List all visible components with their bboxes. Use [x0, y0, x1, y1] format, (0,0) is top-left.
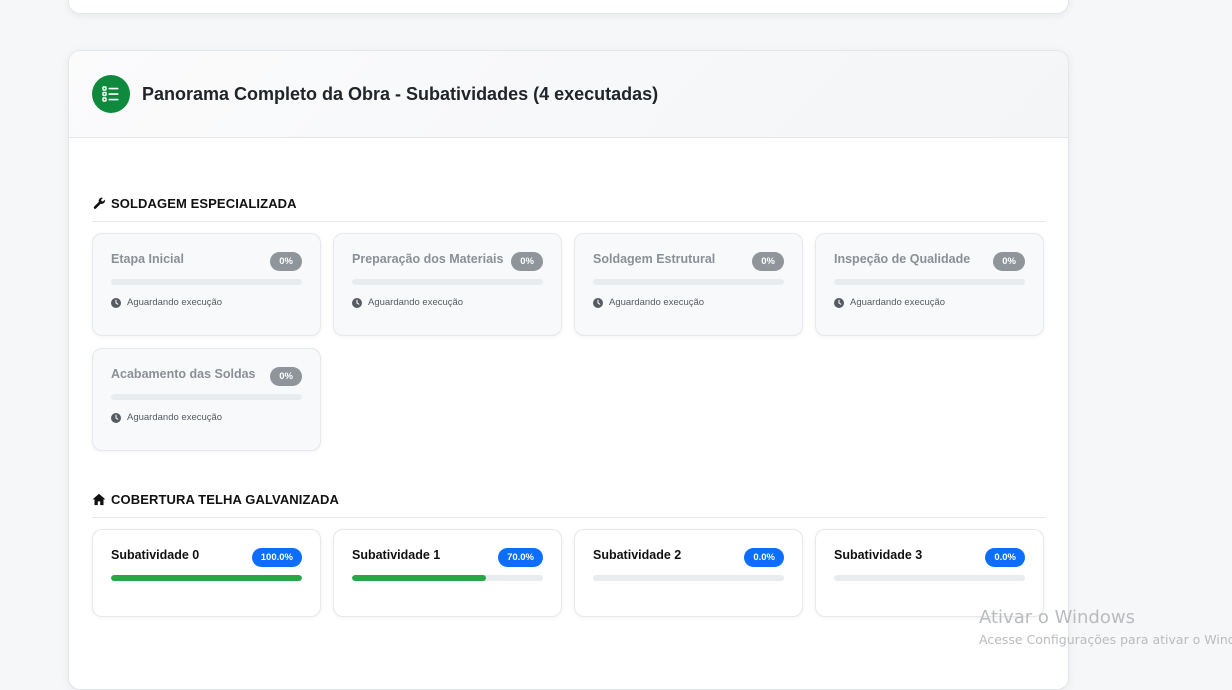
task-list-icon [92, 75, 130, 113]
status-line: Aguardando execução [834, 297, 1025, 308]
progress-badge: 0% [511, 252, 543, 271]
clock-icon [593, 297, 603, 308]
subactivity-card[interactable]: Inspeção de Qualidade 0% Aguardando exec… [815, 233, 1044, 336]
progress-badge: 0% [270, 252, 302, 271]
wrench-icon [92, 196, 106, 210]
subactivity-card[interactable]: Subatividade 3 0.0% [815, 529, 1044, 617]
subactivity-name: Subatividade 0 [111, 548, 200, 562]
subactivity-card[interactable]: Subatividade 2 0.0% [574, 529, 803, 617]
progress-track [352, 575, 543, 581]
subactivity-name: Etapa Inicial [111, 252, 184, 266]
subactivity-name: Subatividade 1 [352, 548, 441, 562]
subactivity-name: Inspeção de Qualidade [834, 252, 971, 266]
clock-icon [111, 412, 121, 423]
progress-track [593, 575, 784, 581]
panel-title: Panorama Completo da Obra - Subatividade… [142, 83, 659, 104]
section-heading-soldagem: SOLDAGEM ESPECIALIZADA [92, 196, 1045, 222]
subactivity-card[interactable]: Subatividade 1 70.0% [333, 529, 562, 617]
subactivity-name: Soldagem Estrutural [593, 252, 716, 266]
subactivity-name: Preparação dos Materiais [352, 252, 504, 266]
status-line: Aguardando execução [111, 412, 302, 423]
home-icon [92, 492, 106, 506]
status-line: Aguardando execução [593, 297, 784, 308]
progress-badge: 0.0% [744, 548, 784, 567]
progress-track [111, 394, 302, 400]
status-text: Aguardando execução [127, 297, 223, 308]
progress-badge: 0.0% [985, 548, 1025, 567]
subactivity-card[interactable]: Etapa Inicial 0% Aguardando execução [92, 233, 321, 336]
progress-fill [111, 575, 302, 581]
clock-icon [352, 297, 362, 308]
subactivity-card[interactable]: Preparação dos Materiais 0% Aguardando e… [333, 233, 562, 336]
progress-badge: 100.0% [251, 548, 302, 567]
status-text: Aguardando execução [127, 412, 223, 423]
clock-icon [834, 297, 844, 308]
progress-track [834, 279, 1025, 285]
progress-track [352, 279, 543, 285]
section-heading-cobertura: COBERTURA TELHA GALVANIZADA [92, 492, 1045, 518]
progress-badge: 0% [752, 252, 784, 271]
windows-activation-watermark: Ativar o Windows Acesse Configurações pa… [979, 607, 1232, 647]
progress-track [593, 279, 784, 285]
progress-fill [352, 575, 486, 581]
status-text: Aguardando execução [609, 297, 705, 308]
subactivity-name: Subatividade 3 [834, 548, 923, 562]
progress-badge: 0% [993, 252, 1025, 271]
subactivity-card[interactable]: Subatividade 0 100.0% [92, 529, 321, 617]
clock-icon [111, 297, 121, 308]
watermark-title: Ativar o Windows [979, 607, 1135, 628]
subactivity-card[interactable]: Acabamento das Soldas 0% Aguardando exec… [92, 348, 321, 451]
watermark-subtitle: Acesse Configurações para ativar o Windo… [979, 632, 1232, 647]
section-title: SOLDAGEM ESPECIALIZADA [111, 196, 297, 211]
progress-badge: 0% [270, 367, 302, 386]
previous-card [68, 0, 1069, 14]
progress-track [834, 575, 1025, 581]
status-line: Aguardando execução [111, 297, 302, 308]
subactivities-panel: Panorama Completo da Obra - Subatividade… [68, 50, 1069, 690]
progress-track [111, 279, 302, 285]
subactivity-name: Subatividade 2 [593, 548, 682, 562]
subactivity-card[interactable]: Soldagem Estrutural 0% Aguardando execuç… [574, 233, 803, 336]
subactivity-name: Acabamento das Soldas [111, 367, 256, 381]
section-title: COBERTURA TELHA GALVANIZADA [111, 492, 340, 507]
progress-badge: 70.0% [498, 548, 543, 567]
status-text: Aguardando execução [850, 297, 946, 308]
status-text: Aguardando execução [368, 297, 464, 308]
progress-track [111, 575, 302, 581]
panel-header: Panorama Completo da Obra - Subatividade… [69, 51, 1068, 138]
status-line: Aguardando execução [352, 297, 543, 308]
